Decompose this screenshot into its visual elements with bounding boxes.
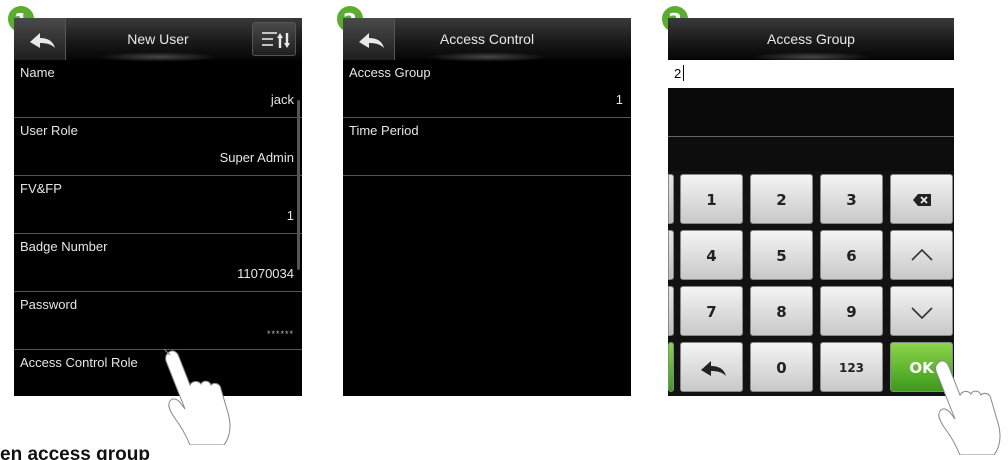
key-2[interactable]: 2 (750, 174, 813, 224)
key-9[interactable]: 9 (820, 286, 883, 336)
row-label: User Role (20, 123, 78, 138)
row-fv-fp[interactable]: FV&FP 1 (14, 176, 302, 234)
text-caret (683, 65, 684, 81)
row-label: Time Period (349, 123, 419, 138)
key-6[interactable]: 6 (820, 230, 883, 280)
pointing-hand-icon (163, 348, 231, 445)
key-3[interactable]: 3 (820, 174, 883, 224)
back-button[interactable] (343, 18, 395, 60)
backspace-icon (913, 194, 931, 206)
back-arrow-icon (359, 33, 384, 48)
row-badge-number[interactable]: Badge Number 11070034 (14, 234, 302, 292)
chevron-up-icon (911, 248, 933, 261)
row-access-group[interactable]: Access Group 1 (343, 60, 631, 118)
backspace-key[interactable] (890, 174, 953, 224)
row-user-role[interactable]: User Role Super Admin (14, 118, 302, 176)
sort-button[interactable] (252, 22, 296, 56)
scrollbar[interactable] (297, 100, 300, 270)
row-value: 1 (286, 208, 294, 223)
key-8[interactable]: 8 (750, 286, 813, 336)
row-label: Access Control Role (20, 355, 138, 370)
row-label: FV&FP (20, 181, 62, 196)
back-key[interactable] (680, 342, 743, 392)
access-group-screen: Access Group 2 1 2 3 4 5 6 7 8 9 0 123 O… (668, 18, 954, 396)
back-button[interactable] (14, 18, 66, 60)
key-0[interactable]: 0 (750, 342, 813, 392)
key-1[interactable]: 1 (680, 174, 743, 224)
row-value: Super Admin (219, 150, 294, 165)
screen-title: New User (127, 31, 189, 47)
access-group-input[interactable]: 2 (668, 60, 954, 88)
row-name[interactable]: Name jack (14, 60, 302, 118)
key-123-mode[interactable]: 123 (820, 342, 883, 392)
screen-title: Access Control (439, 31, 535, 47)
row-time-period[interactable]: Time Period (343, 118, 631, 176)
screen-title: Access Group (767, 31, 855, 47)
row-label: Access Group (349, 65, 431, 80)
row-label: Badge Number (20, 239, 108, 254)
new-user-screen: New User Name jack User Role Super Admin… (14, 18, 302, 396)
key-4[interactable]: 4 (680, 230, 743, 280)
instruction-caption: en access group (0, 444, 150, 460)
access-control-screen: Access Control Access Group 1 Time Perio… (343, 18, 631, 396)
chevron-down-icon (911, 307, 933, 320)
key-7[interactable]: 7 (680, 286, 743, 336)
down-key[interactable] (890, 286, 953, 336)
pointing-hand-icon (935, 360, 1001, 455)
row-value: 1 (615, 92, 623, 107)
numeric-keypad: 1 2 3 4 5 6 7 8 9 0 123 OK (668, 171, 954, 396)
up-key[interactable] (890, 230, 953, 280)
row-label: Password (20, 297, 78, 312)
title-bar: New User (14, 18, 302, 62)
title-bar: Access Group (668, 18, 954, 62)
row-value: 11070034 (237, 266, 294, 281)
back-arrow-icon (701, 361, 726, 376)
key-5[interactable]: 5 (750, 230, 813, 280)
input-value: 2 (674, 66, 682, 81)
back-arrow-icon (30, 33, 55, 48)
sort-list-icon (262, 32, 290, 48)
password-mask: ****** (266, 329, 294, 339)
title-bar: Access Control (343, 18, 631, 62)
row-value: jack (270, 92, 294, 107)
row-label: Name (20, 65, 55, 80)
row-password[interactable]: Password ****** (14, 292, 302, 350)
